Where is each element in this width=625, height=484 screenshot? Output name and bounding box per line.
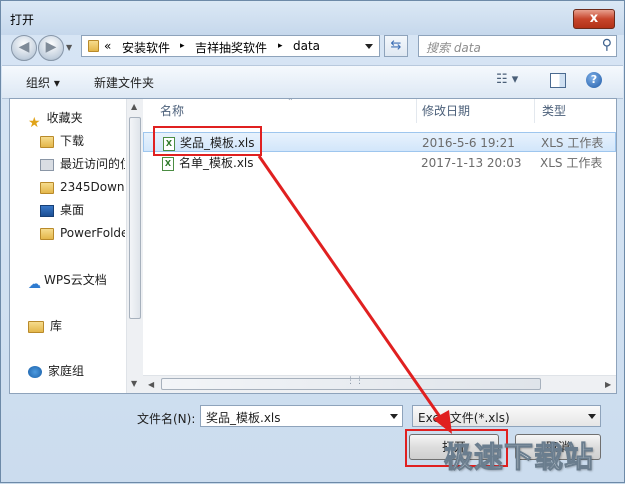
folder-icon xyxy=(88,40,99,52)
help-icon[interactable]: ? xyxy=(586,72,602,88)
search-placeholder: 搜索 data xyxy=(426,41,481,55)
back-button[interactable]: ◀ xyxy=(11,35,37,61)
filename-label: 文件名(N): xyxy=(137,412,196,426)
nav-item-desktop[interactable]: 桌面 xyxy=(40,200,84,220)
nav-item-recent-places[interactable]: 最近访问的位 xyxy=(40,154,125,174)
column-header-type[interactable]: 类型 xyxy=(542,99,566,123)
nav-label: PowerFolde xyxy=(60,226,125,240)
new-folder-button[interactable]: 新建文件夹 xyxy=(94,74,154,91)
filetype-select[interactable]: Excel文件(*.xls) xyxy=(412,405,601,427)
search-icon[interactable]: ⚲ xyxy=(602,37,612,53)
scroll-left-icon[interactable]: ◀ xyxy=(148,380,154,389)
recent-locations-dropdown-icon[interactable]: ▼ xyxy=(66,43,72,52)
breadcrumb-separator-icon[interactable]: ▸ xyxy=(180,41,185,51)
breadcrumb-item[interactable]: 安装软件 xyxy=(122,39,170,56)
highlight-box-file xyxy=(153,126,262,156)
desktop-icon xyxy=(40,204,54,217)
watermark: 极速下载站 xyxy=(443,440,595,475)
column-header-date[interactable]: 修改日期 xyxy=(422,99,470,123)
close-button[interactable]: x xyxy=(573,9,615,29)
view-options-icon[interactable]: ☷ ▾ xyxy=(496,72,518,87)
cloud-icon: ☁ xyxy=(28,276,41,292)
column-header-name[interactable]: 名称 xyxy=(160,99,184,123)
sort-arrow-icon: ⌃ xyxy=(287,97,294,106)
search-input[interactable]: 搜索 data ⚲ xyxy=(418,35,617,57)
browser-pane: ★ 收藏夹 下载 最近访问的位 2345Downl 桌面 PowerFolde ☁… xyxy=(9,97,617,394)
refresh-button[interactable]: ⇆ xyxy=(384,35,408,57)
column-divider[interactable] xyxy=(416,99,417,123)
nav-label: 收藏夹 xyxy=(46,111,83,125)
breadcrumb-separator-icon[interactable]: ▸ xyxy=(278,41,283,51)
close-icon: x xyxy=(589,11,599,26)
file-list-horizontal-scrollbar[interactable]: ◀ ⋮⋮ ▶ xyxy=(143,375,616,393)
breadcrumb-item[interactable]: data xyxy=(293,39,320,53)
nav-label: 家庭组 xyxy=(48,364,85,378)
file-type: XLS 工作表 xyxy=(540,156,603,170)
filename-value: 奖品_模板.xls xyxy=(206,411,281,425)
nav-item-powerfolder[interactable]: PowerFolde xyxy=(40,223,125,243)
column-divider[interactable] xyxy=(534,99,535,123)
back-arrow-icon: ◀ xyxy=(18,39,30,55)
scroll-right-icon[interactable]: ▶ xyxy=(605,380,611,389)
homegroup-icon xyxy=(28,365,42,378)
scrollbar-grip: ⋮⋮ xyxy=(346,376,364,386)
open-file-dialog: 打开 x ◀ ▶ ▼ « 安装软件 ▸ 吉祥抽奖软件 ▸ data ⇆ 搜索 d… xyxy=(0,0,625,483)
command-toolbar: 组织 ▾ 新建文件夹 ☷ ▾ ? xyxy=(2,65,623,99)
navigation-scrollbar[interactable]: ▲ ▼ xyxy=(126,99,143,393)
library-icon xyxy=(28,320,44,333)
nav-label: 库 xyxy=(50,319,63,333)
nav-label: 桌面 xyxy=(60,203,85,217)
scroll-down-icon[interactable]: ▼ xyxy=(131,379,137,388)
folder-icon xyxy=(40,227,54,240)
address-chevron[interactable]: « xyxy=(104,39,111,53)
nav-item-downloads[interactable]: 下载 xyxy=(40,131,84,151)
star-icon: ★ xyxy=(28,114,41,131)
preview-pane-icon[interactable] xyxy=(550,73,566,88)
refresh-icon: ⇆ xyxy=(390,38,402,53)
filetype-dropdown-icon[interactable] xyxy=(588,414,596,419)
forward-button[interactable]: ▶ xyxy=(38,35,64,61)
scroll-up-icon[interactable]: ▲ xyxy=(131,102,137,111)
filetype-value: Excel文件(*.xls) xyxy=(418,411,510,425)
nav-item-homegroup[interactable]: 家庭组 xyxy=(28,361,84,381)
address-bar[interactable]: « 安装软件 ▸ 吉祥抽奖软件 ▸ data xyxy=(81,35,380,57)
excel-file-icon: X xyxy=(162,156,174,171)
file-date: 2017-1-13 20:03 xyxy=(421,156,522,170)
filename-input[interactable]: 奖品_模板.xls xyxy=(200,405,403,427)
recent-places-icon xyxy=(40,158,54,171)
file-type: XLS 工作表 xyxy=(541,136,604,150)
nav-item-libraries[interactable]: 库 xyxy=(28,316,62,336)
dialog-title: 打开 xyxy=(10,13,35,27)
nav-item-2345downloads[interactable]: 2345Downl xyxy=(40,177,125,197)
nav-label: 最近访问的位 xyxy=(60,157,125,171)
file-row[interactable]: X 名单_模板.xls 2017-1-13 20:03 XLS 工作表 xyxy=(143,153,616,173)
nav-label: 下载 xyxy=(60,134,85,148)
nav-label: 2345Downl xyxy=(60,180,125,194)
organize-menu[interactable]: 组织 ▾ xyxy=(26,74,60,91)
forward-arrow-icon: ▶ xyxy=(45,39,57,55)
address-dropdown-icon[interactable] xyxy=(365,44,373,49)
file-name: X 名单_模板.xls xyxy=(162,153,254,173)
file-date: 2016-5-6 19:21 xyxy=(422,136,515,150)
nav-label: WPS云文档 xyxy=(44,273,107,287)
navigation-pane: ★ 收藏夹 下载 最近访问的位 2345Downl 桌面 PowerFolde ☁… xyxy=(10,99,125,393)
nav-item-wps-cloud[interactable]: ☁ WPS云文档 xyxy=(28,270,107,292)
breadcrumb-item[interactable]: 吉祥抽奖软件 xyxy=(195,39,267,56)
nav-item-favorites[interactable]: ★ 收藏夹 xyxy=(28,108,83,131)
scrollbar-thumb[interactable] xyxy=(129,117,141,319)
filename-dropdown-icon[interactable] xyxy=(390,414,398,419)
download-folder-icon xyxy=(40,135,54,148)
file-name-text: 名单_模板.xls xyxy=(179,156,254,170)
folder-icon xyxy=(40,181,54,194)
